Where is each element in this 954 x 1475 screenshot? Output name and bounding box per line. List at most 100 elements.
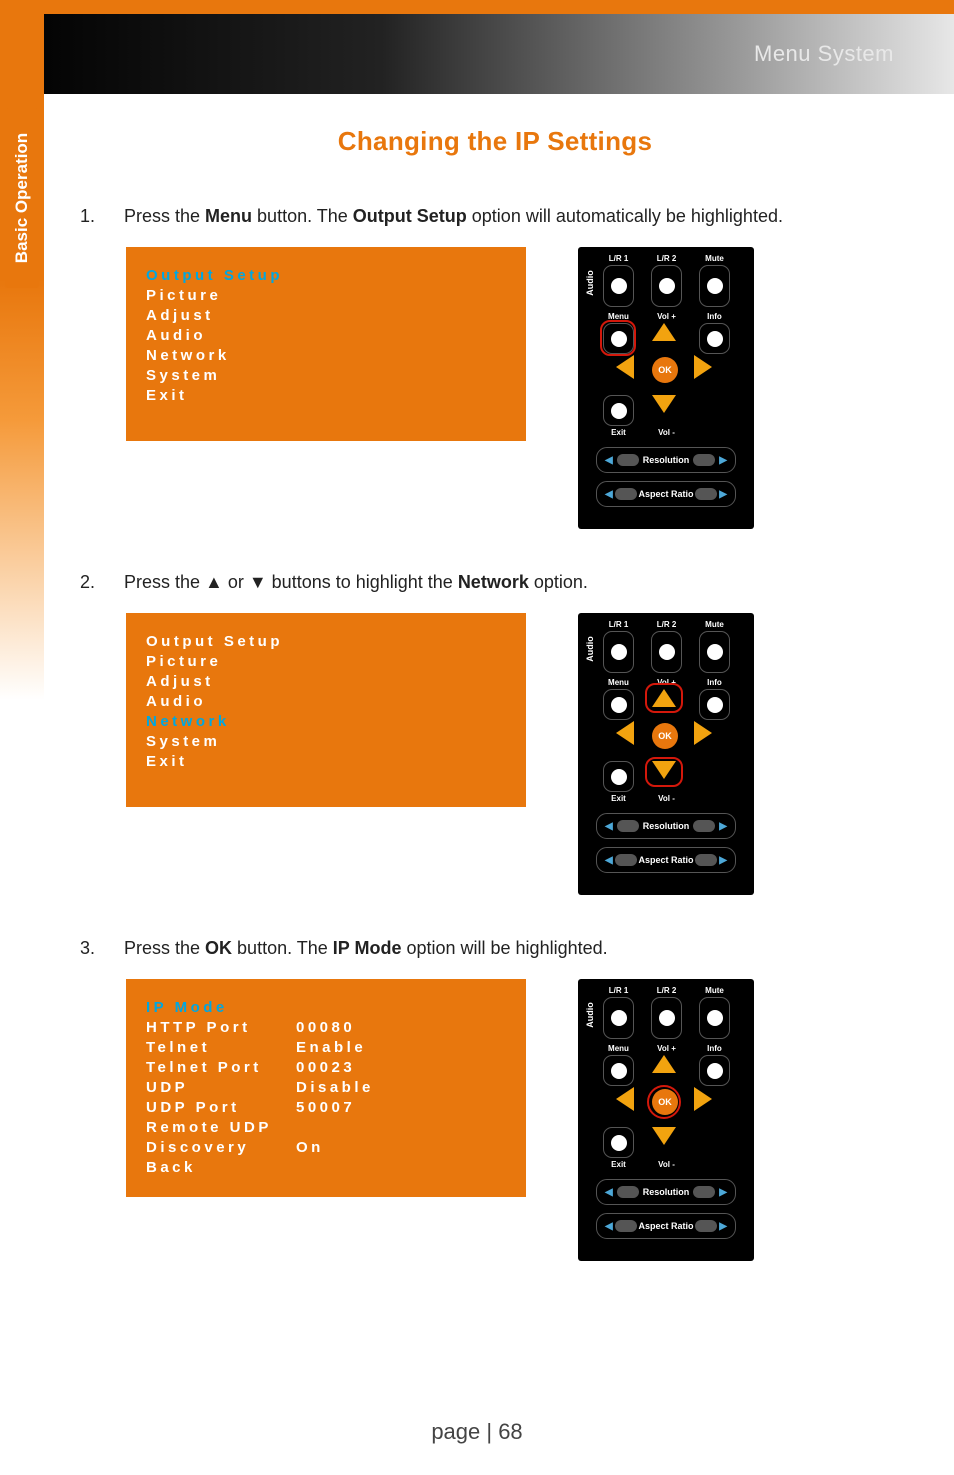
t: Network [458, 572, 529, 592]
dot-icon [707, 1010, 723, 1026]
osd-item: System [146, 731, 506, 751]
info-button: Info [699, 1055, 730, 1086]
right-arrow-icon: ▶ [719, 1221, 727, 1232]
lr1-button: L/R 1 [603, 631, 634, 673]
osd-item: Output Setup [146, 265, 506, 285]
audio-label: Audio [585, 1003, 595, 1029]
lr1-button: L/R 1 [603, 265, 634, 307]
osd-item: Network [146, 345, 506, 365]
val: Enable [296, 1039, 366, 1056]
t: Press the ▲ or ▼ buttons to highlight th… [124, 572, 458, 592]
page-number: page | 68 [0, 1419, 954, 1445]
left-arrow-icon: ◀ [605, 1187, 613, 1198]
step-number: 2. [80, 569, 124, 595]
osd-item: Picture [146, 651, 506, 671]
lbl: Mute [700, 986, 729, 995]
pill-icon [695, 854, 717, 866]
osd-item: Telnet Port00023 [146, 1057, 506, 1077]
aspect-rocker: ◀ Aspect Ratio ▶ [596, 481, 736, 507]
lbl: Aspect Ratio [638, 1221, 693, 1231]
side-tab-label: Basic Operation [12, 133, 32, 263]
osd-item: Back [146, 1157, 506, 1177]
figure-row: Output Setup Picture Adjust Audio Networ… [126, 613, 910, 895]
pill-icon [693, 1186, 715, 1198]
right-arrow-icon: ▶ [719, 821, 727, 832]
content-area: Changing the IP Settings 1. Press the Me… [80, 108, 910, 1301]
menu-button: Menu [603, 1055, 634, 1086]
pill-icon [617, 454, 639, 466]
osd-item: Network [146, 711, 506, 731]
lbl: Back [146, 1159, 196, 1176]
audio-label: Audio [585, 636, 595, 662]
lbl: Telnet Port [146, 1059, 296, 1076]
osd-main-menu: Output Setup Picture Adjust Audio Networ… [126, 247, 526, 441]
up-arrow-icon [652, 323, 676, 341]
pill-icon [615, 854, 637, 866]
t: IP Mode [333, 938, 402, 958]
dot-icon [611, 403, 627, 419]
osd-item: Exit [146, 751, 506, 771]
step-text: Press the OK button. The IP Mode option … [124, 935, 608, 961]
exit-button [603, 761, 634, 792]
osd-item: System [146, 365, 506, 385]
dot-icon [707, 697, 723, 713]
down-arrow-icon [652, 761, 676, 779]
ok-button: OK [652, 1089, 678, 1115]
osd-item: Audio [146, 325, 506, 345]
header-bar: Menu System [0, 14, 954, 94]
t: OK [205, 938, 232, 958]
exit-button [603, 395, 634, 426]
osd-item: UDPDisable [146, 1077, 506, 1097]
step-number: 3. [80, 935, 124, 961]
left-arrow-icon [616, 1087, 634, 1111]
lbl: Exit [603, 428, 634, 437]
lbl: L/R 2 [652, 986, 681, 995]
menu-button: Menu [603, 323, 634, 354]
osd-item: Adjust [146, 671, 506, 691]
menu-button: Menu [603, 689, 634, 720]
step-row: 1. Press the Menu button. The Output Set… [80, 203, 910, 229]
lbl: Menu [604, 1044, 633, 1053]
dot-icon [611, 769, 627, 785]
lbl: Info [700, 312, 729, 321]
osd-item: HTTP Port00080 [146, 1017, 506, 1037]
osd-network-menu: IP Mode HTTP Port00080 TelnetEnable Teln… [126, 979, 526, 1197]
pill-icon [617, 1186, 639, 1198]
osd-item: DiscoveryOn [146, 1137, 506, 1157]
audio-strip: Audio [583, 623, 597, 675]
left-arrow-icon: ◀ [605, 855, 613, 866]
right-arrow-icon: ▶ [719, 489, 727, 500]
down-arrow-icon [652, 395, 676, 413]
dot-icon [659, 278, 675, 294]
figure-row: Output Setup Picture Adjust Audio Networ… [126, 247, 910, 529]
lbl: UDP [146, 1079, 296, 1096]
mute-button: Mute [699, 997, 730, 1039]
pill-icon [615, 488, 637, 500]
right-arrow-icon [694, 721, 712, 745]
val: 00023 [296, 1059, 355, 1076]
pill-icon [693, 454, 715, 466]
lbl: L/R 1 [604, 254, 633, 263]
resolution-rocker: ◀ Resolution ▶ [596, 813, 736, 839]
lbl: Remote UDP [146, 1119, 272, 1136]
osd-item: Output Setup [146, 631, 506, 651]
lbl: Info [700, 1044, 729, 1053]
lr2-button: L/R 2 [651, 265, 682, 307]
down-arrow-icon [652, 1127, 676, 1145]
right-arrow-icon: ▶ [719, 855, 727, 866]
dot-icon [707, 331, 723, 347]
osd-item: TelnetEnable [146, 1037, 506, 1057]
dot-icon [611, 1135, 627, 1151]
lbl: L/R 1 [604, 620, 633, 629]
val: 50007 [296, 1099, 355, 1116]
osd-item: IP Mode [146, 997, 506, 1017]
mute-button: Mute [699, 265, 730, 307]
lbl: Aspect Ratio [638, 855, 693, 865]
lbl: Vol - [651, 794, 682, 803]
lbl: IP Mode [146, 999, 228, 1016]
info-button: Info [699, 689, 730, 720]
remote-control: Audio L/R 1 L/R 2 Mute Menu Vol + Info O… [578, 247, 754, 529]
step-row: 2. Press the ▲ or ▼ buttons to highlight… [80, 569, 910, 595]
dot-icon [707, 278, 723, 294]
pill-icon [617, 820, 639, 832]
